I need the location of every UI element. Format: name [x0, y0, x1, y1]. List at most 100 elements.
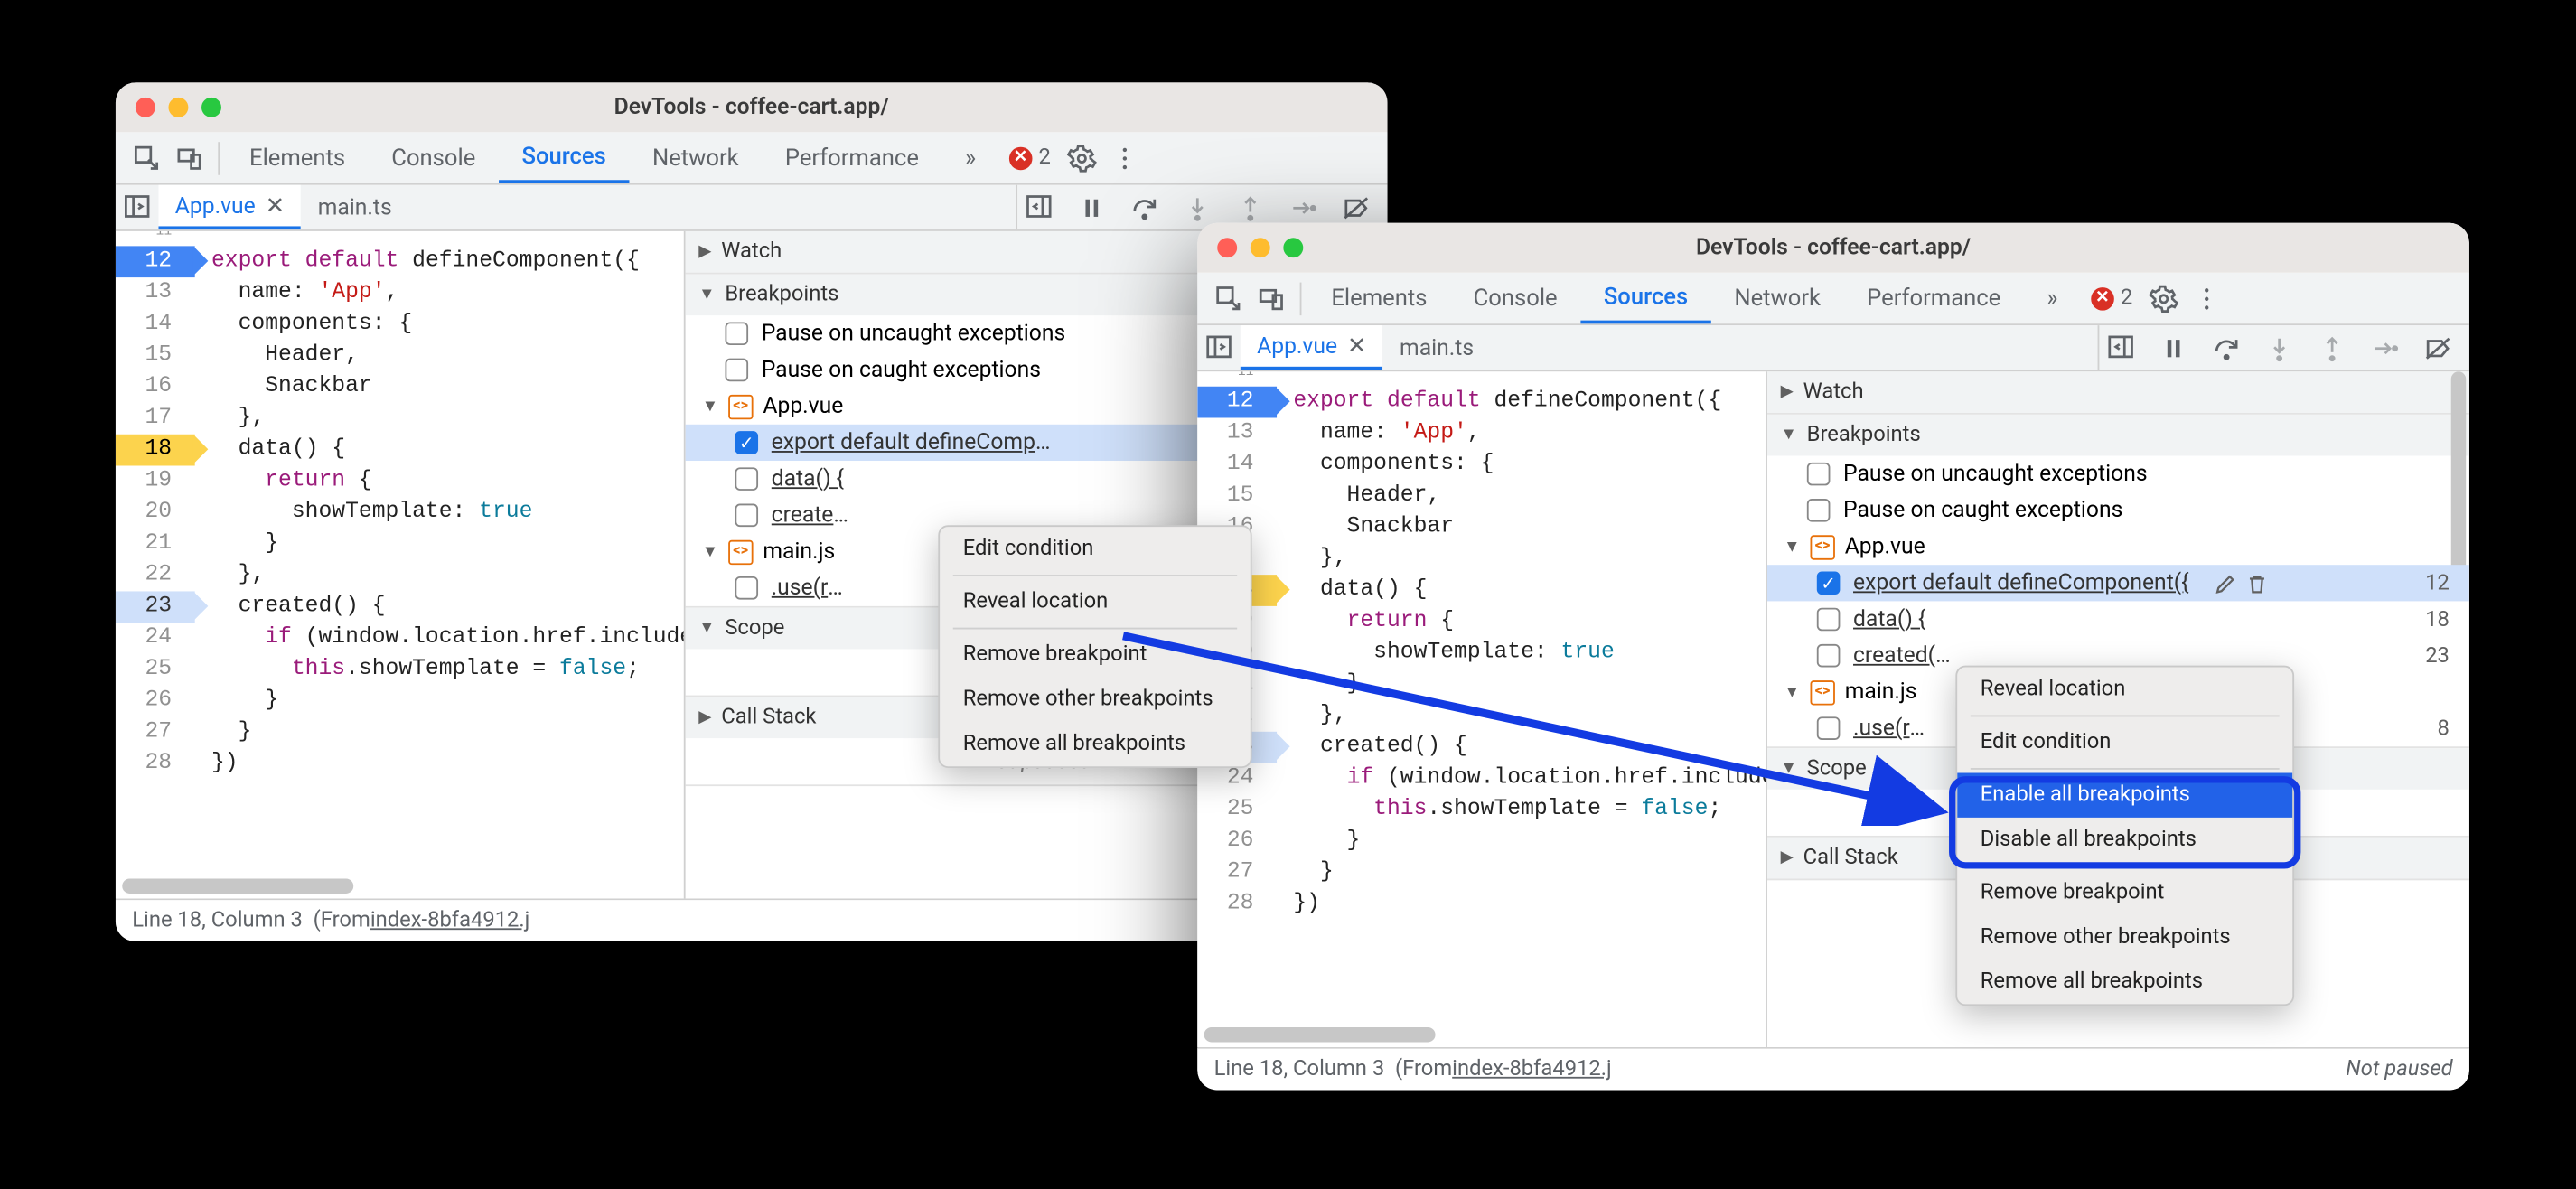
source-map-link[interactable]: index-8bfa4912.j [370, 908, 530, 932]
line-number[interactable]: 19 [116, 465, 195, 497]
ctx-reveal-location[interactable]: Reveal location [1957, 668, 2292, 712]
section-watch[interactable]: ▶Watch [1767, 371, 2469, 413]
minimize-window-button[interactable] [168, 98, 188, 117]
step-over-icon[interactable] [1123, 186, 1166, 229]
step-into-icon[interactable] [2258, 326, 2301, 370]
tab-network[interactable]: Network [629, 132, 762, 183]
close-window-button[interactable] [1217, 238, 1237, 257]
section-breakpoints[interactable]: ▼Breakpoints [1767, 415, 2469, 456]
zoom-window-button[interactable] [201, 98, 221, 117]
line-number[interactable]: 22 [116, 560, 195, 592]
close-icon[interactable]: ✕ [1347, 332, 1366, 359]
pause-icon[interactable] [1071, 186, 1114, 229]
pause-icon[interactable] [2152, 326, 2196, 370]
tab-sources[interactable]: Sources [1580, 273, 1710, 324]
bp-row-export[interactable]: ✓ export default defineComponent({ 12 [1767, 565, 2469, 601]
debugger-toggle-icon[interactable] [2099, 325, 2142, 369]
file-tab-maints[interactable]: main.ts [1383, 325, 1491, 370]
close-icon[interactable]: ✕ [266, 192, 285, 219]
ctx-remove-all[interactable]: Remove all breakpoints [940, 722, 1251, 766]
line-number[interactable]: 15 [1197, 481, 1277, 512]
file-tab-appvue[interactable]: App.vue✕ [158, 185, 301, 229]
ctx-remove-all[interactable]: Remove all breakpoints [1957, 960, 2292, 1004]
device-icon[interactable] [168, 136, 211, 180]
tab-console[interactable]: Console [369, 132, 499, 183]
settings-icon[interactable] [1061, 136, 1104, 180]
pause-caught-row[interactable]: Pause on caught exceptions [1767, 492, 2469, 529]
ctx-edit-condition[interactable]: Edit condition [1957, 720, 2292, 764]
minimize-window-button[interactable] [1251, 238, 1270, 257]
line-number[interactable]: 11 [1197, 371, 1277, 386]
line-number[interactable]: 23 [116, 591, 195, 623]
zoom-window-button[interactable] [1283, 238, 1303, 257]
source-map-link[interactable]: index-8bfa4912.j [1452, 1057, 1612, 1081]
inspect-icon[interactable] [1207, 276, 1251, 320]
line-number[interactable]: 17 [116, 403, 195, 435]
line-number[interactable]: 26 [116, 686, 195, 717]
tab-console[interactable]: Console [1450, 273, 1580, 324]
bp-file-appvue[interactable]: ▼<>App.vue [1767, 529, 2469, 565]
settings-icon[interactable] [2142, 276, 2186, 320]
pause-uncaught-row[interactable]: Pause on uncaught exceptions [1767, 456, 2469, 492]
line-number[interactable]: 27 [116, 716, 195, 748]
line-number[interactable]: 12 [1197, 387, 1277, 418]
more-icon[interactable] [1103, 136, 1147, 180]
delete-bp-icon[interactable] [2244, 571, 2269, 595]
step-out-icon[interactable] [2310, 326, 2354, 370]
line-number-gutter[interactable]: 111213141516171819202122232425262728 [116, 231, 195, 899]
line-number[interactable]: 25 [116, 654, 195, 686]
tabs-overflow[interactable]: » [942, 132, 999, 183]
line-number[interactable]: 26 [1197, 826, 1277, 857]
tab-elements[interactable]: Elements [1308, 273, 1450, 324]
navigator-toggle-icon[interactable] [1197, 325, 1241, 369]
code-editor[interactable]: 111213141516171819202122232425262728 exp… [116, 231, 686, 899]
line-number[interactable]: 16 [116, 371, 195, 403]
tab-network[interactable]: Network [1711, 273, 1844, 324]
tab-performance[interactable]: Performance [1844, 273, 2024, 324]
tab-elements[interactable]: Elements [226, 132, 368, 183]
file-tab-appvue[interactable]: App.vue✕ [1241, 325, 1383, 370]
tabs-overflow[interactable]: » [2024, 273, 2081, 324]
titlebar[interactable]: DevTools - coffee-cart.app/ [116, 82, 1388, 132]
step-over-icon[interactable] [2205, 326, 2248, 370]
navigator-toggle-icon[interactable] [116, 185, 159, 229]
v-scrollbar[interactable] [2451, 371, 2466, 586]
h-scrollbar[interactable] [1204, 1027, 1436, 1042]
error-badge[interactable]: ✕2 [1009, 145, 1051, 170]
line-number[interactable]: 24 [116, 623, 195, 654]
ctx-remove-bp[interactable]: Remove breakpoint [940, 632, 1251, 677]
more-icon[interactable] [2186, 276, 2229, 320]
step-icon[interactable] [2364, 326, 2407, 370]
inspect-icon[interactable] [126, 136, 169, 180]
titlebar[interactable]: DevTools - coffee-cart.app/ [1197, 223, 2469, 273]
line-number[interactable]: 28 [1197, 888, 1277, 920]
edit-bp-icon[interactable] [2214, 571, 2238, 595]
deactivate-bp-icon[interactable] [2416, 326, 2459, 370]
line-number[interactable]: 15 [116, 341, 195, 372]
ctx-remove-bp[interactable]: Remove breakpoint [1957, 870, 2292, 914]
debugger-toggle-icon[interactable] [1017, 185, 1061, 229]
close-window-button[interactable] [136, 98, 155, 117]
line-number[interactable]: 25 [1197, 794, 1277, 826]
ctx-remove-other[interactable]: Remove other breakpoints [940, 677, 1251, 721]
breakpoint-context-menu-old[interactable]: Edit condition Reveal location Remove br… [938, 525, 1251, 768]
line-number[interactable]: 20 [116, 497, 195, 529]
tab-sources[interactable]: Sources [499, 132, 629, 183]
h-scrollbar[interactable] [122, 878, 353, 893]
line-number[interactable]: 21 [116, 529, 195, 560]
line-number[interactable]: 13 [116, 277, 195, 309]
line-number[interactable]: 13 [1197, 417, 1277, 449]
line-number[interactable]: 14 [116, 309, 195, 341]
file-tab-maints[interactable]: main.ts [301, 185, 408, 229]
code-editor[interactable]: 111213141516171819202122232425262728 exp… [1197, 371, 1767, 1047]
ctx-reveal-location[interactable]: Reveal location [940, 580, 1251, 624]
tab-performance[interactable]: Performance [762, 132, 941, 183]
line-number[interactable]: 11 [116, 231, 195, 246]
ctx-edit-condition[interactable]: Edit condition [940, 527, 1251, 571]
breakpoint-context-menu-new[interactable]: Reveal location Edit condition Enable al… [1955, 666, 2294, 1006]
ctx-disable-all[interactable]: Disable all breakpoints [1957, 818, 2292, 862]
ctx-remove-other[interactable]: Remove other breakpoints [1957, 915, 2292, 960]
line-number[interactable]: 18 [116, 435, 195, 466]
line-number[interactable]: 12 [116, 246, 195, 277]
line-number[interactable]: 28 [116, 748, 195, 780]
